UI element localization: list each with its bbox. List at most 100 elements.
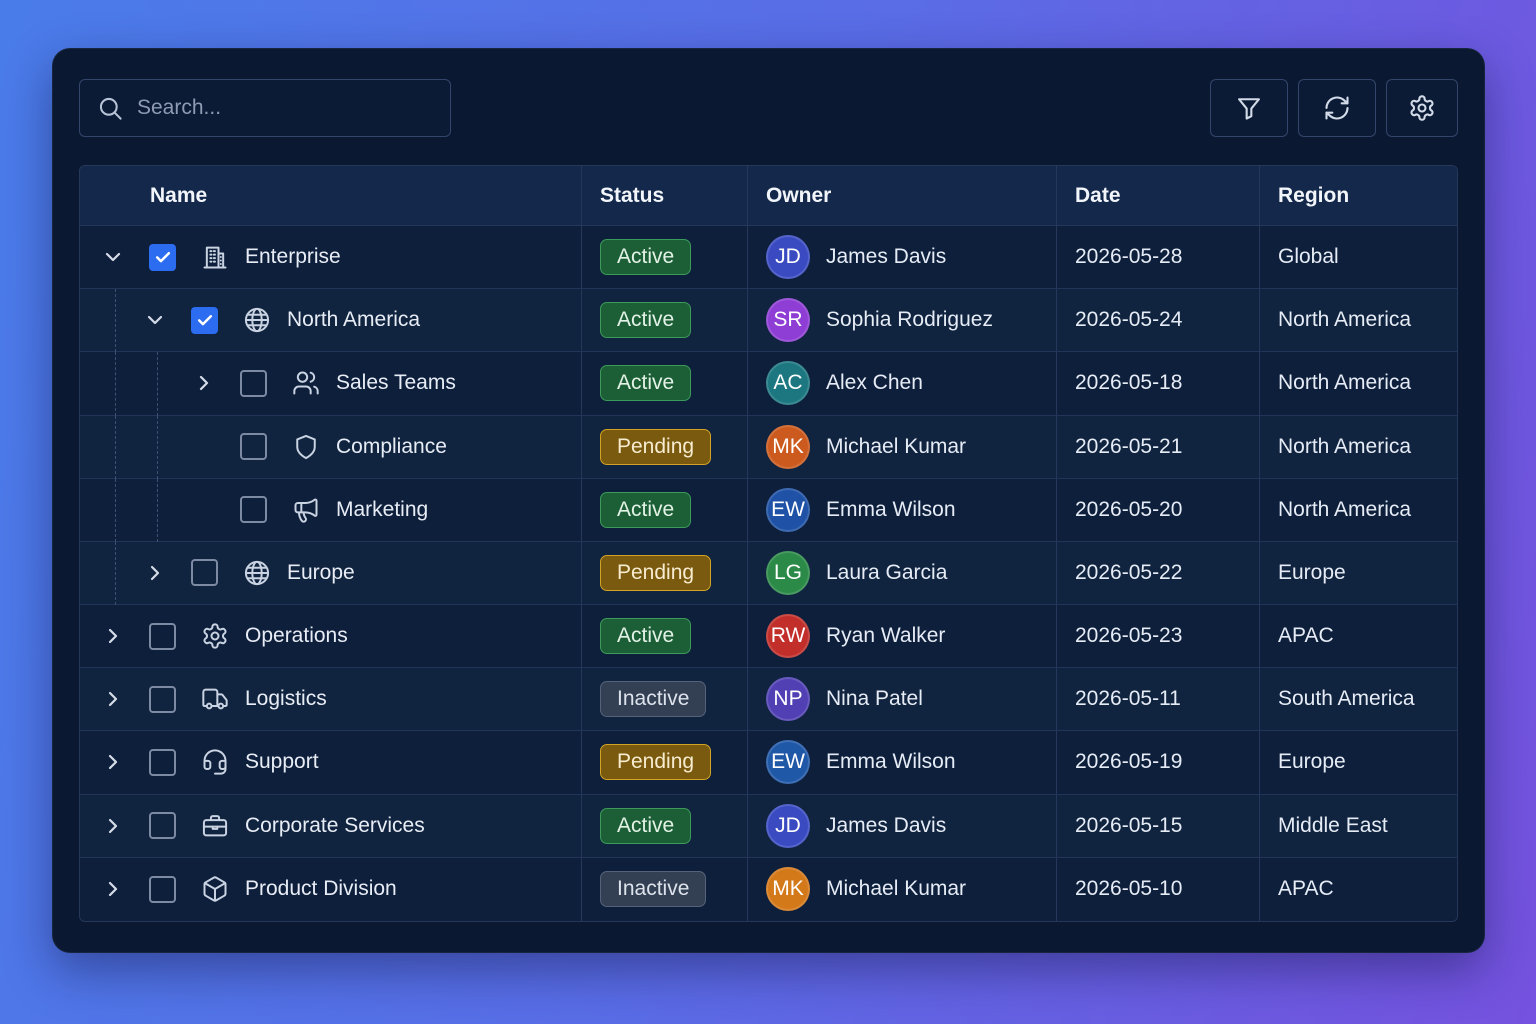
row-name: Compliance (336, 434, 447, 458)
name-cell: Enterprise (80, 226, 581, 288)
status-cell: Pending (581, 415, 747, 478)
table-row[interactable]: Corporate Services Active JD James Davis 202… (80, 794, 1457, 858)
owner-cell: AC Alex Chen (747, 352, 1056, 415)
owner-name: James Davis (826, 245, 947, 269)
table-row[interactable]: North America Active SR Sophia Rodriguez 202… (80, 289, 1457, 353)
status-badge: Active (600, 807, 692, 844)
tree-guide-line (115, 352, 116, 416)
chevron-right-icon[interactable] (143, 561, 167, 585)
avatar: AC (766, 361, 810, 406)
status-badge: Active (600, 239, 692, 276)
table-row[interactable]: Support Pending EW Emma Wilson 2026-05-19 Eur… (80, 731, 1457, 795)
avatar: NP (766, 677, 810, 722)
tree-guide-line (157, 415, 158, 479)
chevron-right-icon[interactable] (192, 371, 216, 395)
row-checkbox[interactable] (191, 306, 218, 334)
row-checkbox[interactable] (149, 622, 176, 650)
row-name: Support (245, 750, 319, 774)
name-cell: Product Division (80, 858, 581, 921)
settings-icon (1408, 94, 1436, 122)
row-checkbox[interactable] (149, 748, 176, 776)
date-cell: 2026-05-18 (1056, 352, 1259, 415)
table-row[interactable]: Enterprise Active JD James Davis 2026-05-28 G… (80, 226, 1457, 290)
row-checkbox[interactable] (240, 369, 267, 397)
tree-guide-line (157, 478, 158, 542)
owner-name: Ryan Walker (826, 624, 946, 648)
column-header-date: Date (1056, 166, 1259, 225)
table-row[interactable]: Europe Pending LG Laura Garcia 2026-05-22 Eur… (80, 541, 1457, 606)
chevron-right-icon[interactable] (101, 624, 125, 648)
owner-name: Emma Wilson (826, 497, 956, 521)
status-badge: Inactive (600, 871, 707, 908)
checkmark-icon (153, 247, 173, 267)
owner-cell: RW Ryan Walker (747, 605, 1056, 668)
row-checkbox[interactable] (191, 559, 218, 587)
chevron-right-icon[interactable] (101, 750, 125, 774)
search-input[interactable] (137, 96, 450, 120)
row-checkbox[interactable] (149, 243, 176, 271)
headset-icon (201, 748, 229, 776)
table-row[interactable]: Compliance Pending MK Michael Kumar 2026-05-… (80, 415, 1457, 479)
search-box[interactable] (79, 79, 451, 137)
owner-name: Michael Kumar (826, 877, 967, 901)
search-icon (97, 95, 124, 122)
table-row[interactable]: Operations Active RW Ryan Walker 2026-05-23 A… (80, 605, 1457, 669)
tree-guide-line (115, 415, 116, 479)
chevron-down-icon[interactable] (101, 245, 125, 269)
filter-button[interactable] (1210, 79, 1288, 137)
date-cell: 2026-05-22 (1056, 541, 1259, 605)
chevron-right-icon[interactable] (101, 687, 125, 711)
row-checkbox[interactable] (240, 433, 267, 461)
avatar: EW (766, 487, 810, 532)
table-row[interactable]: Logistics Inactive NP Nina Patel 2026-05-11 S… (80, 668, 1457, 732)
owner-cell: EW Emma Wilson (747, 478, 1056, 541)
avatar: RW (766, 614, 810, 659)
status-cell: Inactive (581, 857, 747, 921)
filter-icon (1235, 94, 1263, 122)
shield-icon (292, 433, 320, 461)
tree-guide-line (115, 478, 116, 542)
table-row[interactable]: Marketing Active EW Emma Wilson 2026-05-20 No… (80, 478, 1457, 542)
status-cell: Pending (581, 541, 747, 605)
column-header-region: Region (1259, 166, 1457, 225)
avatar: MK (766, 424, 810, 469)
table-header: Name Status Owner Date Region (80, 166, 1457, 226)
owner-cell: MK Michael Kumar (747, 857, 1056, 921)
date-cell: 2026-05-10 (1056, 857, 1259, 921)
date-cell: 2026-05-20 (1056, 478, 1259, 541)
date-cell: 2026-05-11 (1056, 668, 1259, 731)
chevron-right-icon[interactable] (101, 814, 125, 838)
name-cell: Europe (80, 541, 581, 606)
region-cell: Global (1259, 226, 1457, 289)
avatar: LG (766, 550, 810, 595)
refresh-button[interactable] (1298, 79, 1376, 137)
row-name: Marketing (336, 497, 429, 521)
gear-icon (201, 622, 229, 650)
table-row[interactable]: Product Division Inactive MK Michael Kumar 2… (80, 857, 1457, 921)
status-badge: Inactive (600, 681, 707, 718)
avatar: SR (766, 298, 810, 343)
row-checkbox[interactable] (149, 685, 176, 713)
region-cell: North America (1259, 352, 1457, 415)
owner-cell: NP Nina Patel (747, 668, 1056, 731)
owner-cell: MK Michael Kumar (747, 415, 1056, 478)
chevron-right-icon[interactable] (101, 877, 125, 901)
status-cell: Active (581, 478, 747, 541)
row-checkbox[interactable] (149, 812, 176, 840)
status-cell: Active (581, 605, 747, 668)
checkmark-icon (195, 310, 215, 330)
globe-icon (243, 559, 271, 587)
owner-cell: JD James Davis (747, 226, 1056, 289)
status-cell: Inactive (581, 668, 747, 731)
status-badge: Pending (600, 554, 712, 591)
table-row[interactable]: Sales Teams Active AC Alex Chen 2026-05-18 No… (80, 352, 1457, 416)
region-cell: Middle East (1259, 794, 1457, 857)
tree-guide-line (115, 541, 116, 606)
name-cell: North America (80, 289, 581, 353)
chevron-down-icon[interactable] (143, 308, 167, 332)
row-checkbox[interactable] (240, 496, 267, 524)
row-checkbox[interactable] (149, 875, 176, 903)
settings-button[interactable] (1386, 79, 1458, 137)
